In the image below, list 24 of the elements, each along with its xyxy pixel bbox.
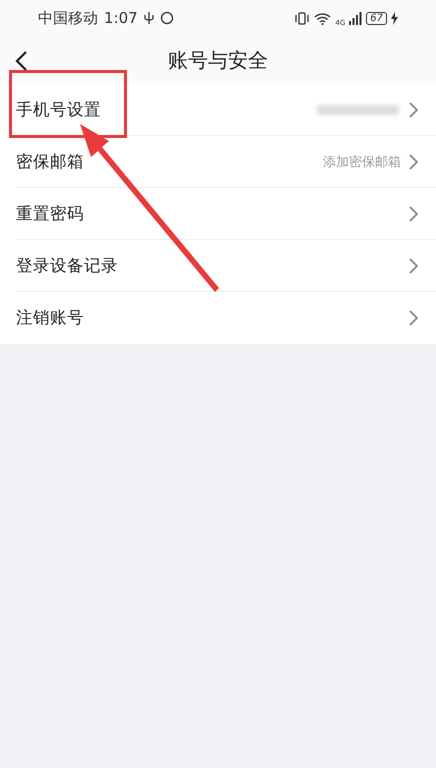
settings-row[interactable]: 手机号设置 — [16, 84, 436, 136]
carrier-name: 中国移动 — [38, 8, 98, 28]
back-icon — [14, 50, 28, 72]
row-label: 密保邮箱 — [16, 150, 84, 172]
row-value: 添加密保邮箱 — [323, 154, 401, 170]
chevron-icon — [409, 102, 418, 118]
settings-row[interactable]: 注销账号 — [16, 292, 436, 344]
row-label: 重置密码 — [16, 202, 84, 224]
circle-icon — [160, 11, 174, 25]
row-label: 手机号设置 — [16, 98, 101, 120]
chevron-icon — [409, 310, 418, 326]
row-label: 登录设备记录 — [16, 254, 118, 276]
charging-icon — [391, 12, 398, 24]
usb-icon — [144, 11, 154, 25]
page-title: 账号与安全 — [168, 46, 268, 74]
chevron-icon — [409, 206, 418, 222]
battery-level: 67 — [366, 12, 387, 24]
chevron-icon — [409, 258, 418, 274]
chevron-icon — [409, 154, 418, 170]
signal-icon — [349, 12, 362, 24]
vibrate-icon — [294, 12, 310, 24]
wifi-icon — [314, 12, 332, 24]
row-label: 注销账号 — [16, 307, 84, 329]
clock-time: 1:07 — [104, 9, 138, 27]
